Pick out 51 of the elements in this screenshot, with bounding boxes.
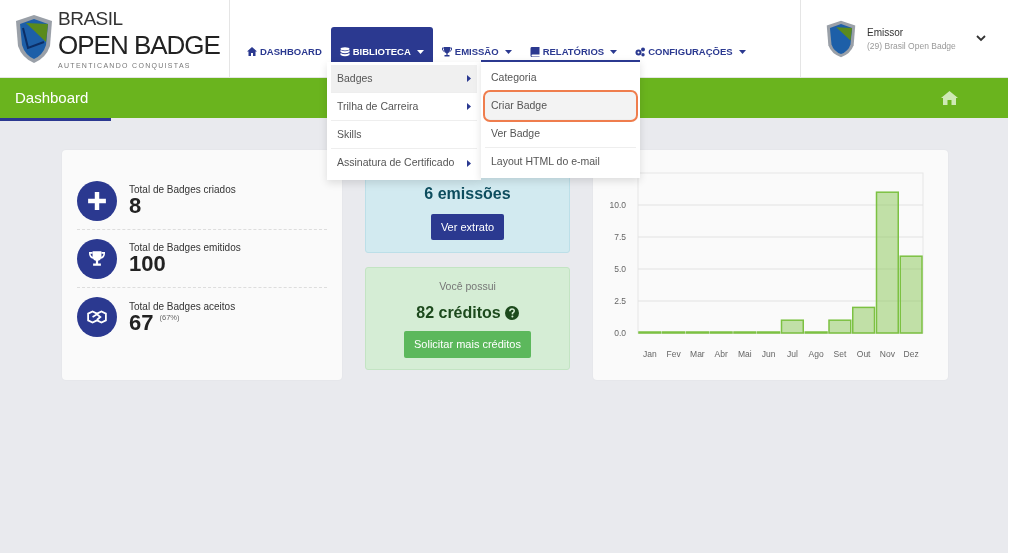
stat-value: 100 (129, 253, 166, 275)
avatar-shield-icon (825, 19, 857, 58)
stat-value: 8 (129, 195, 142, 217)
stat-label: Total de Badges emitidos (129, 242, 241, 253)
trophy-icon (87, 248, 107, 269)
user-organization: (29) Brasil Open Badge (867, 39, 956, 53)
x-tick-label: Abr (714, 349, 728, 359)
brand-text: BRASIL (58, 8, 124, 28)
y-tick-label: 2.5 (614, 296, 626, 306)
x-tick-label: Dez (903, 349, 919, 359)
credits-count: 82 créditos (416, 303, 501, 324)
database-icon (339, 47, 350, 57)
stat-label: Total de Badges criados (129, 184, 236, 195)
home-icon (247, 47, 257, 57)
book-icon (529, 47, 540, 57)
menu-item[interactable]: Skills (331, 121, 477, 149)
x-tick-label: Jun (761, 349, 776, 359)
x-tick-label: Jul (786, 349, 798, 359)
submenu-item[interactable]: Layout HTML do e-mail (485, 148, 636, 176)
page-title: Dashboard (15, 87, 89, 108)
x-tick-label: Out (856, 349, 871, 359)
x-tick-label: Nov (879, 349, 895, 359)
x-tick-label: Mai (738, 349, 752, 359)
trophy-icon (441, 47, 452, 57)
x-tick-label: Jan (643, 349, 657, 359)
brand-name: OPEN BADGE (58, 31, 220, 58)
menu-item[interactable]: Trilha de Carreira (331, 93, 477, 121)
user-role: Emissor (867, 25, 905, 40)
y-tick-label: 7.5 (614, 232, 626, 242)
statement-button[interactable]: Ver extrato (430, 213, 505, 240)
menu-item[interactable]: Assinatura de Certificado (331, 149, 477, 177)
menu-item[interactable]: Badges (331, 65, 477, 93)
plus-icon (87, 190, 107, 211)
submenu-item[interactable]: Criar Badge (485, 92, 636, 120)
help-icon[interactable] (504, 306, 519, 321)
credits-caption: Você possui (439, 279, 496, 295)
gears-icon (635, 47, 646, 57)
emissions-count: 6 emissões (424, 183, 511, 204)
x-tick-label: Mar (690, 349, 705, 359)
stat-label: Total de Badges aceitos (129, 300, 236, 312)
submenu-item[interactable]: Ver Badge (485, 120, 636, 148)
y-tick-label: 10.0 (609, 200, 626, 210)
x-tick-label: Set (833, 349, 847, 359)
x-tick-label: Fev (666, 349, 681, 359)
nav-tab[interactable]: DASHBOARD (238, 27, 331, 77)
stat-value: 67 (129, 311, 154, 334)
logo-shield-icon (14, 13, 54, 64)
y-tick-label: 5.0 (614, 264, 626, 274)
chevron-down-icon[interactable] (975, 35, 986, 42)
x-tick-label: Ago (808, 349, 824, 359)
y-tick-label: 0.0 (614, 328, 626, 338)
